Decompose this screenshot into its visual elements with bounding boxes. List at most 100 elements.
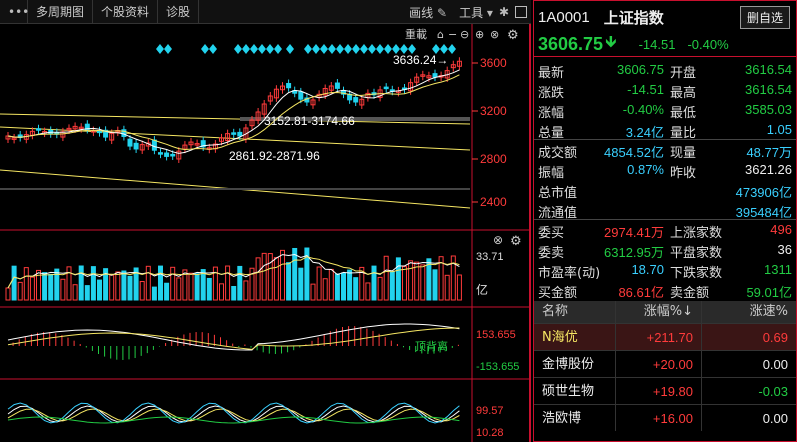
volume-bar xyxy=(292,247,298,301)
tools-button[interactable]: 工具 ▾ xyxy=(459,4,493,21)
zoom-in-icon: ⊕ xyxy=(475,28,484,41)
quote-value: 3621.26 xyxy=(745,162,792,177)
quote-label: 最新 xyxy=(538,66,565,81)
volume-bar xyxy=(322,278,328,301)
ranking-row[interactable]: N海优 +211.70 0.69 xyxy=(534,323,796,350)
tools-label: 工具 xyxy=(459,5,484,20)
quote-value: 3616.54 xyxy=(745,62,792,77)
macd-axis-bottom: -153.655 xyxy=(476,361,519,373)
volume-bar xyxy=(286,262,292,301)
volume-bar xyxy=(164,282,170,301)
volume-bar xyxy=(365,282,371,301)
menu-dots-icon[interactable]: ••• xyxy=(0,0,29,24)
event-diamond xyxy=(384,44,392,54)
candle-body xyxy=(36,128,41,131)
kline-chart-area[interactable]: 重載 ⌂ − ⊖ ⊕ ⊗ ⚙ 3636.24→ 3152.81-3174.66 … xyxy=(0,24,531,442)
quote-label: 下跌家数 xyxy=(670,266,723,281)
quote-value: 473906亿 xyxy=(735,185,792,200)
event-diamond xyxy=(156,44,164,54)
volume-bar xyxy=(444,274,450,301)
col-speed[interactable]: 涨速% xyxy=(702,301,796,323)
event-diamond xyxy=(286,44,294,54)
quote-label: 涨幅 xyxy=(538,106,565,121)
quote-label: 买金额 xyxy=(538,286,578,301)
volume-bar xyxy=(267,253,273,301)
quote-row: 市盈率(动) 18.70 下跌家数 1311 xyxy=(534,260,796,281)
volume-bar xyxy=(139,281,145,301)
ranking-row[interactable]: 金博股份 +20.00 0.00 xyxy=(534,350,796,377)
volume-bar xyxy=(408,260,414,301)
volume-bar xyxy=(347,269,353,301)
tab-stock-info[interactable]: 个股资料 xyxy=(93,0,159,24)
volume-bar xyxy=(48,273,54,301)
volume-bar xyxy=(261,252,267,301)
candle-body xyxy=(353,97,359,103)
volume-bar xyxy=(395,257,401,301)
event-diamond xyxy=(360,44,368,54)
event-diamond xyxy=(344,44,352,54)
tab-multi-period[interactable]: 多周期图 xyxy=(28,0,94,24)
volume-bar xyxy=(341,272,346,301)
volume-bar xyxy=(158,265,163,301)
draw-line-button[interactable]: 画线 ✎ xyxy=(409,4,447,21)
volume-bar xyxy=(231,286,237,301)
candle-body xyxy=(298,91,304,100)
divider xyxy=(534,139,796,140)
quote-row: 最新 3606.75 开盘 3616.54 xyxy=(534,60,796,81)
event-diamond xyxy=(352,44,360,54)
volume-bar xyxy=(414,261,420,301)
quote-value: 4854.52亿 xyxy=(604,145,664,160)
quote-value: 18.70 xyxy=(631,262,664,277)
volume-bar xyxy=(237,265,243,301)
event-diamond xyxy=(304,44,312,54)
event-diamond xyxy=(250,44,258,54)
price-tick-label: 2800 xyxy=(480,152,507,166)
volume-bar xyxy=(377,276,383,301)
volume-bar xyxy=(5,287,11,301)
volume-bar xyxy=(328,268,334,301)
price-grid xyxy=(472,62,478,203)
ranking-table: 名称 涨幅%↓ 涨速% N海优 +211.70 0.69 金博股份 +20.00 0.00… xyxy=(534,301,796,431)
settings-icon[interactable]: ✱ xyxy=(499,5,509,19)
candle-body xyxy=(334,82,340,89)
pencil-icon: ✎ xyxy=(437,5,448,20)
volume-bar xyxy=(420,264,426,301)
quote-value: 0.87% xyxy=(627,162,664,177)
stock-name-cell: 浩欧博 xyxy=(534,405,616,431)
ranking-row[interactable]: 硕世生物 +19.80 -0.03 xyxy=(534,377,796,404)
high-annotation: 3636.24→ xyxy=(393,53,448,67)
remove-favorite-button[interactable]: 删自选 xyxy=(739,6,790,29)
event-diamond xyxy=(328,44,336,54)
ranking-row[interactable]: 浩欧博 +16.00 0.00 xyxy=(534,404,796,431)
quote-label: 涨跌 xyxy=(538,86,565,101)
quote-row: 流通值 395484亿 xyxy=(534,200,796,221)
volume-bar xyxy=(72,284,78,301)
event-diamond xyxy=(242,44,250,54)
tab-diagnose[interactable]: 诊股 xyxy=(158,0,200,24)
speed-cell: -0.03 xyxy=(758,384,788,399)
candle-body xyxy=(127,138,133,147)
candlesticks xyxy=(5,57,462,163)
quote-label: 市盈率(动) xyxy=(538,266,601,281)
support-band-2 xyxy=(0,188,470,190)
col-name[interactable]: 名称 xyxy=(534,301,616,323)
quote-row: 成交额 4854.52亿 现量 48.77万 xyxy=(534,140,796,161)
dropdown-icon: ▾ xyxy=(486,5,493,20)
col-pct[interactable]: 涨幅%↓ xyxy=(616,301,702,323)
macd-bars xyxy=(12,326,459,360)
volume-bar xyxy=(255,257,261,301)
minimize-icon: − xyxy=(448,28,457,41)
candle-body xyxy=(383,86,389,90)
volume-bar xyxy=(78,265,84,301)
event-diamond xyxy=(274,44,282,54)
current-price: 3606.75 xyxy=(538,34,604,54)
maximize-icon[interactable] xyxy=(515,6,527,18)
volume-bar xyxy=(243,280,249,301)
stock-name-cell: 硕世生物 xyxy=(534,378,616,404)
volume-bar xyxy=(316,266,322,301)
volume-bar xyxy=(145,265,151,301)
event-diamond xyxy=(234,44,242,54)
event-diamond xyxy=(164,44,172,54)
volume-bar xyxy=(127,275,133,301)
volume-bar xyxy=(11,265,17,301)
